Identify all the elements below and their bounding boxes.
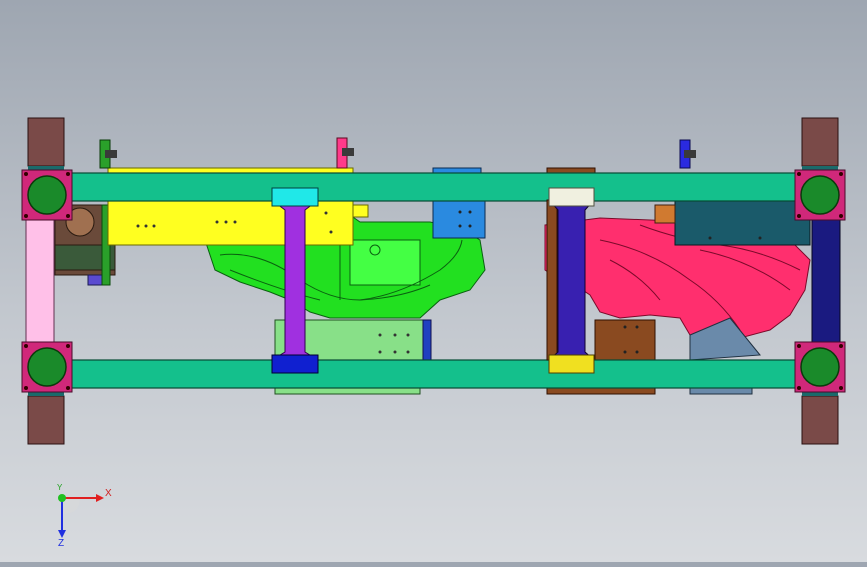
- toggle-clamp-right: [679, 139, 696, 169]
- left-strut: [25, 214, 55, 346]
- teal-mount-block: [654, 199, 811, 246]
- corner-plate-bottom-right: [794, 341, 846, 393]
- toggle-clamp-center: [336, 137, 354, 169]
- wheel-block-bottom-right: [801, 386, 839, 445]
- cad-assembly-drawing: [21, 117, 846, 445]
- z-axis-label: Z: [58, 538, 64, 549]
- wheel-block-top-left: [27, 117, 65, 176]
- toggle-clamp-left: [99, 139, 117, 169]
- coordinate-triad: X Y Z: [40, 480, 120, 550]
- right-strut: [811, 214, 841, 346]
- wheel-block-top-right: [801, 117, 839, 176]
- corner-plate-top-right: [794, 169, 846, 221]
- top-rail: [59, 172, 806, 202]
- y-axis-label: Y: [57, 483, 63, 492]
- bottom-rail: [59, 359, 806, 389]
- cad-viewport[interactable]: [0, 0, 867, 562]
- corner-plate-top-left: [21, 169, 73, 221]
- x-axis-label: X: [105, 488, 112, 499]
- corner-plate-bottom-left: [21, 341, 73, 393]
- triad-icon: X Y Z: [57, 483, 112, 549]
- y-axis-dot: [58, 494, 66, 502]
- wheel-block-bottom-left: [27, 386, 65, 445]
